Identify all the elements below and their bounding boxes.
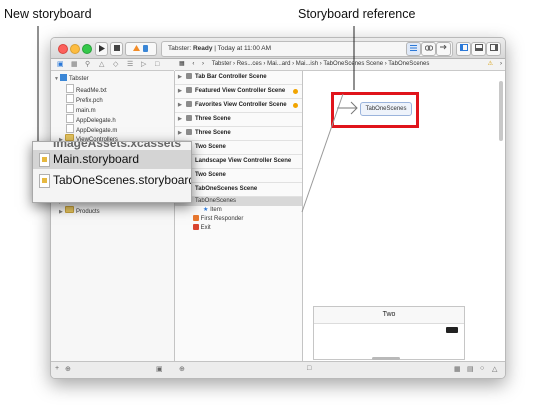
storyboard-file-icon	[39, 174, 50, 188]
storyboard-file-icon	[39, 153, 50, 167]
pointer-lines	[37, 26, 355, 213]
main-storyboard-item[interactable]: Main.storyboard	[33, 150, 191, 169]
tabonescenes-storyboard-item[interactable]: TabOneScenes.storyboard	[33, 171, 191, 190]
navigator-zoom-popup: ImageAssets.xcassets Main.storyboard Tab…	[32, 141, 192, 203]
partial-asset-row: ImageAssets.xcassets	[53, 141, 182, 150]
zoom-guide-line	[301, 93, 344, 213]
